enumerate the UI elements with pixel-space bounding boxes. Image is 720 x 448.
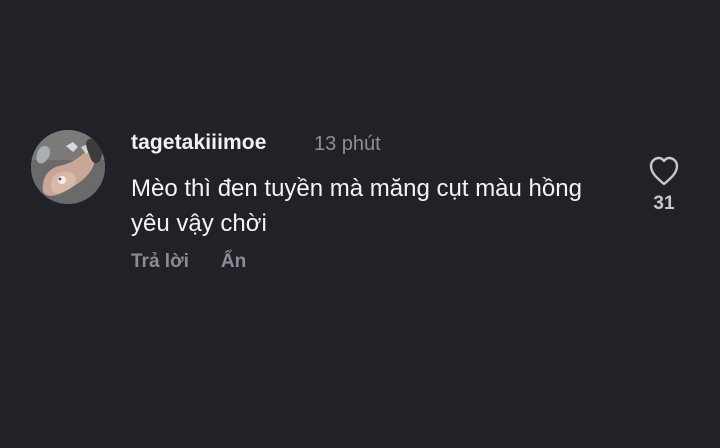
reply-button[interactable]: Trả lời bbox=[131, 251, 189, 273]
heart-outline-icon[interactable] bbox=[647, 155, 681, 187]
avatar-image bbox=[31, 130, 105, 204]
comment-actions: Trả lời Ẩn bbox=[131, 251, 246, 273]
like-count: 31 bbox=[653, 193, 675, 214]
username[interactable]: tagetakiiimoe bbox=[131, 131, 267, 155]
like-control[interactable]: 31 bbox=[642, 155, 686, 215]
hide-button[interactable]: Ẩn bbox=[221, 251, 246, 273]
comment-timestamp: 13 phút bbox=[314, 133, 381, 155]
comment-text: Mèo thì đen tuyền mà măng cụt màu hồng y… bbox=[131, 175, 582, 237]
avatar[interactable] bbox=[31, 130, 105, 204]
comment-item: tagetakiiimoe 13 phút Mèo thì đen tuyền … bbox=[0, 0, 720, 448]
